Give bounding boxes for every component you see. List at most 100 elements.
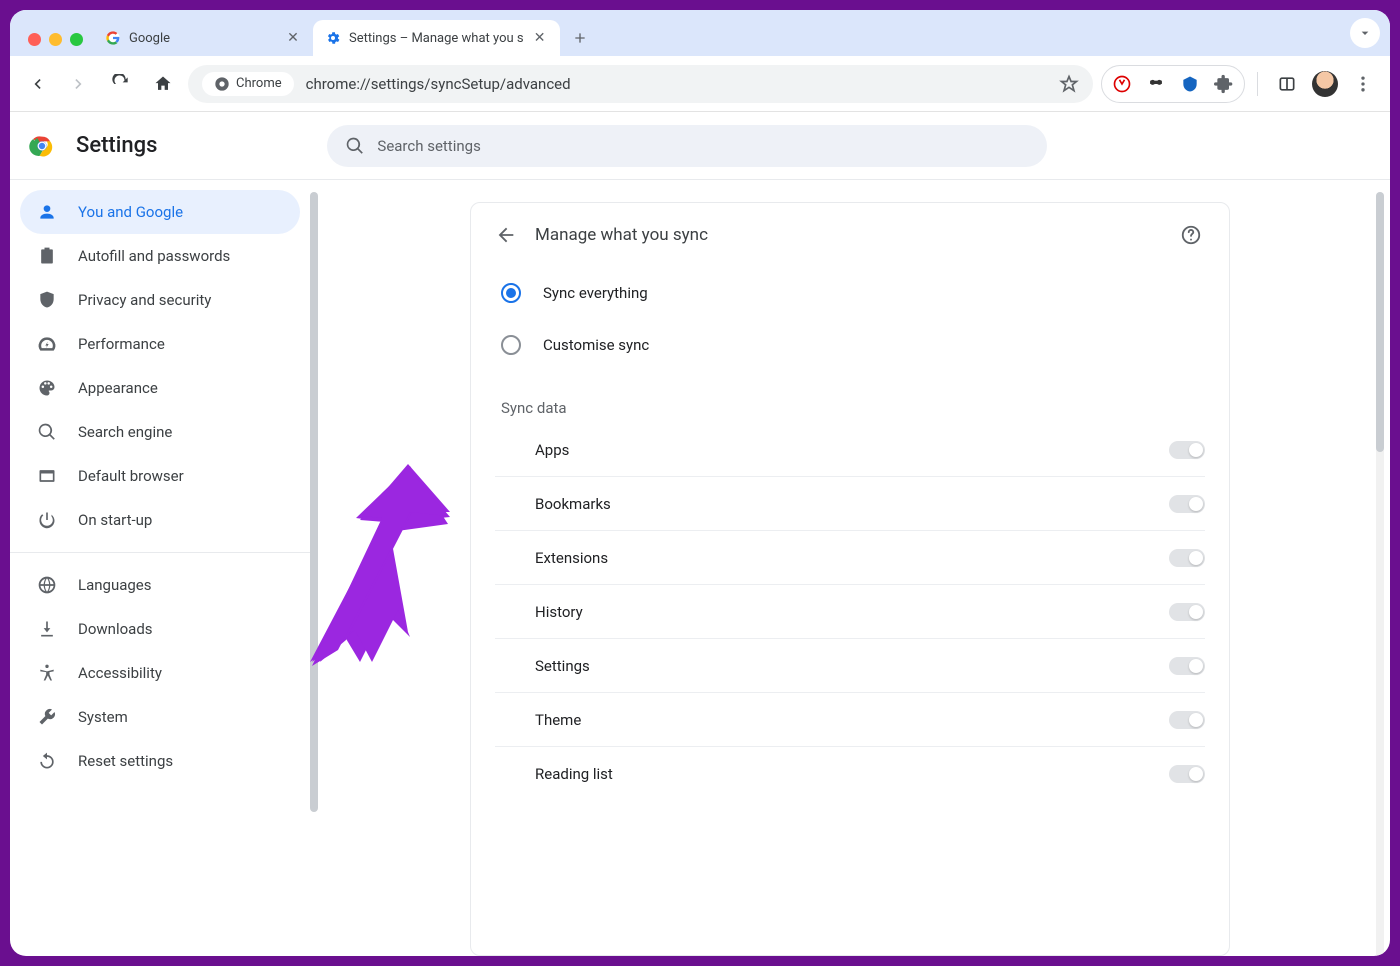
radio-label: Customise sync — [543, 336, 649, 354]
window-controls — [18, 33, 93, 56]
sync-item-reading-list: Reading list — [495, 747, 1205, 801]
sidebar-item-appearance[interactable]: Appearance — [20, 366, 300, 410]
tab-strip: Google ✕ Settings – Manage what you s ✕ — [10, 10, 1390, 56]
google-favicon-icon — [105, 30, 121, 46]
search-icon — [36, 422, 58, 442]
sidebar-item-on-start-up[interactable]: On start-up — [20, 498, 300, 542]
minimize-window-icon[interactable] — [49, 33, 62, 46]
radio-icon[interactable] — [501, 283, 521, 303]
sidebar-item-label: Accessibility — [78, 664, 162, 682]
sync-item-apps: Apps — [495, 423, 1205, 477]
page-scrollbar[interactable] — [1376, 192, 1384, 956]
sidebar-item-label: Downloads — [78, 620, 153, 638]
sync-data-heading: Sync data — [501, 399, 1205, 417]
radio-sync-everything[interactable]: Sync everything — [495, 267, 1205, 319]
toggle-switch[interactable] — [1169, 495, 1205, 513]
search-settings-input[interactable]: Search settings — [327, 125, 1047, 167]
sync-item-bookmarks: Bookmarks — [495, 477, 1205, 531]
sidebar-item-languages[interactable]: Languages — [20, 563, 300, 607]
close-tab-icon[interactable]: ✕ — [532, 30, 548, 46]
sidebar-item-privacy-and-security[interactable]: Privacy and security — [20, 278, 300, 322]
panel-icon[interactable] — [1270, 67, 1304, 101]
url-text: chrome://settings/syncSetup/advanced — [306, 75, 1047, 93]
maximize-window-icon[interactable] — [70, 33, 83, 46]
toggle-switch[interactable] — [1169, 711, 1205, 729]
sidebar-item-system[interactable]: System — [20, 695, 300, 739]
person-icon — [36, 202, 58, 222]
sidebar-scrollbar[interactable] — [310, 192, 318, 812]
extension-icon-2[interactable] — [1146, 74, 1166, 94]
sidebar-item-label: Autofill and passwords — [78, 247, 230, 265]
sidebar-item-label: Default browser — [78, 467, 184, 485]
scrollbar-thumb[interactable] — [1376, 192, 1384, 452]
settings-sidebar: You and Google Autofill and passwords Priv… — [10, 112, 310, 956]
close-window-icon[interactable] — [28, 33, 41, 46]
sync-item-label: Settings — [535, 657, 590, 675]
extensions-cluster — [1101, 65, 1245, 103]
toggle-switch[interactable] — [1169, 765, 1205, 783]
back-button[interactable] — [20, 67, 54, 101]
sync-item-theme: Theme — [495, 693, 1205, 747]
home-button[interactable] — [146, 67, 180, 101]
browser-menu-button[interactable] — [1346, 67, 1380, 101]
sync-item-label: Reading list — [535, 765, 613, 783]
shield-icon — [36, 290, 58, 310]
chrome-logo-icon — [28, 132, 56, 160]
sidebar-item-label: Performance — [78, 335, 165, 353]
address-bar[interactable]: Chrome chrome://settings/syncSetup/advan… — [188, 65, 1093, 103]
sidebar-item-accessibility[interactable]: Accessibility — [20, 651, 300, 695]
tab-settings[interactable]: Settings – Manage what you s ✕ — [313, 20, 560, 56]
close-tab-icon[interactable]: ✕ — [285, 30, 301, 46]
browser-icon — [36, 466, 58, 486]
toggle-switch[interactable] — [1169, 549, 1205, 567]
sidebar-item-downloads[interactable]: Downloads — [20, 607, 300, 651]
tab-google[interactable]: Google ✕ — [93, 20, 313, 56]
speed-icon — [36, 334, 58, 354]
radio-customise-sync[interactable]: Customise sync — [495, 319, 1205, 371]
sync-item-label: Extensions — [535, 549, 608, 567]
sidebar-item-label: System — [78, 708, 128, 726]
settings-main: Manage what you sync Sync everything Cust… — [310, 112, 1390, 956]
sidebar-item-default-browser[interactable]: Default browser — [20, 454, 300, 498]
bookmark-icon[interactable] — [1059, 74, 1079, 94]
card-header: Manage what you sync — [495, 203, 1205, 267]
sidebar-item-label: Reset settings — [78, 752, 173, 770]
sync-item-history: History — [495, 585, 1205, 639]
browser-window: Google ✕ Settings – Manage what you s ✕ — [10, 10, 1390, 956]
gear-icon — [325, 30, 341, 46]
sidebar-item-performance[interactable]: Performance — [20, 322, 300, 366]
page-title: Manage what you sync — [535, 225, 708, 245]
power-icon — [36, 510, 58, 530]
forward-button[interactable] — [62, 67, 96, 101]
clipboard-icon — [36, 246, 58, 266]
toggle-switch[interactable] — [1169, 603, 1205, 621]
sidebar-item-autofill-and-passwords[interactable]: Autofill and passwords — [20, 234, 300, 278]
wrench-icon — [36, 707, 58, 727]
new-tab-button[interactable] — [566, 24, 594, 52]
extensions-menu-icon[interactable] — [1214, 74, 1234, 94]
back-arrow-icon[interactable] — [495, 224, 517, 246]
extension-icon-3[interactable] — [1180, 74, 1200, 94]
sync-item-label: Bookmarks — [535, 495, 611, 513]
search-icon — [345, 136, 365, 156]
sidebar-item-search-engine[interactable]: Search engine — [20, 410, 300, 454]
reload-button[interactable] — [104, 67, 138, 101]
radio-icon[interactable] — [501, 335, 521, 355]
help-icon[interactable] — [1177, 221, 1205, 249]
toggle-switch[interactable] — [1169, 657, 1205, 675]
toggle-switch[interactable] — [1169, 441, 1205, 459]
settings-header: Settings Search settings — [10, 112, 1390, 180]
search-placeholder: Search settings — [377, 137, 480, 155]
sidebar-item-you-and-google[interactable]: You and Google — [20, 190, 300, 234]
globe-icon — [36, 575, 58, 595]
profile-avatar[interactable] — [1312, 71, 1338, 97]
sidebar-item-reset-settings[interactable]: Reset settings — [20, 739, 300, 783]
browser-toolbar: Chrome chrome://settings/syncSetup/advan… — [10, 56, 1390, 112]
sidebar-item-label: Languages — [78, 576, 152, 594]
tabs-overflow-button[interactable] — [1350, 18, 1380, 48]
chrome-chip: Chrome — [202, 72, 294, 96]
sidebar-item-label: Appearance — [78, 379, 158, 397]
sidebar-item-label: Privacy and security — [78, 291, 211, 309]
sidebar-item-label: Search engine — [78, 423, 172, 441]
extension-icon-1[interactable] — [1112, 74, 1132, 94]
